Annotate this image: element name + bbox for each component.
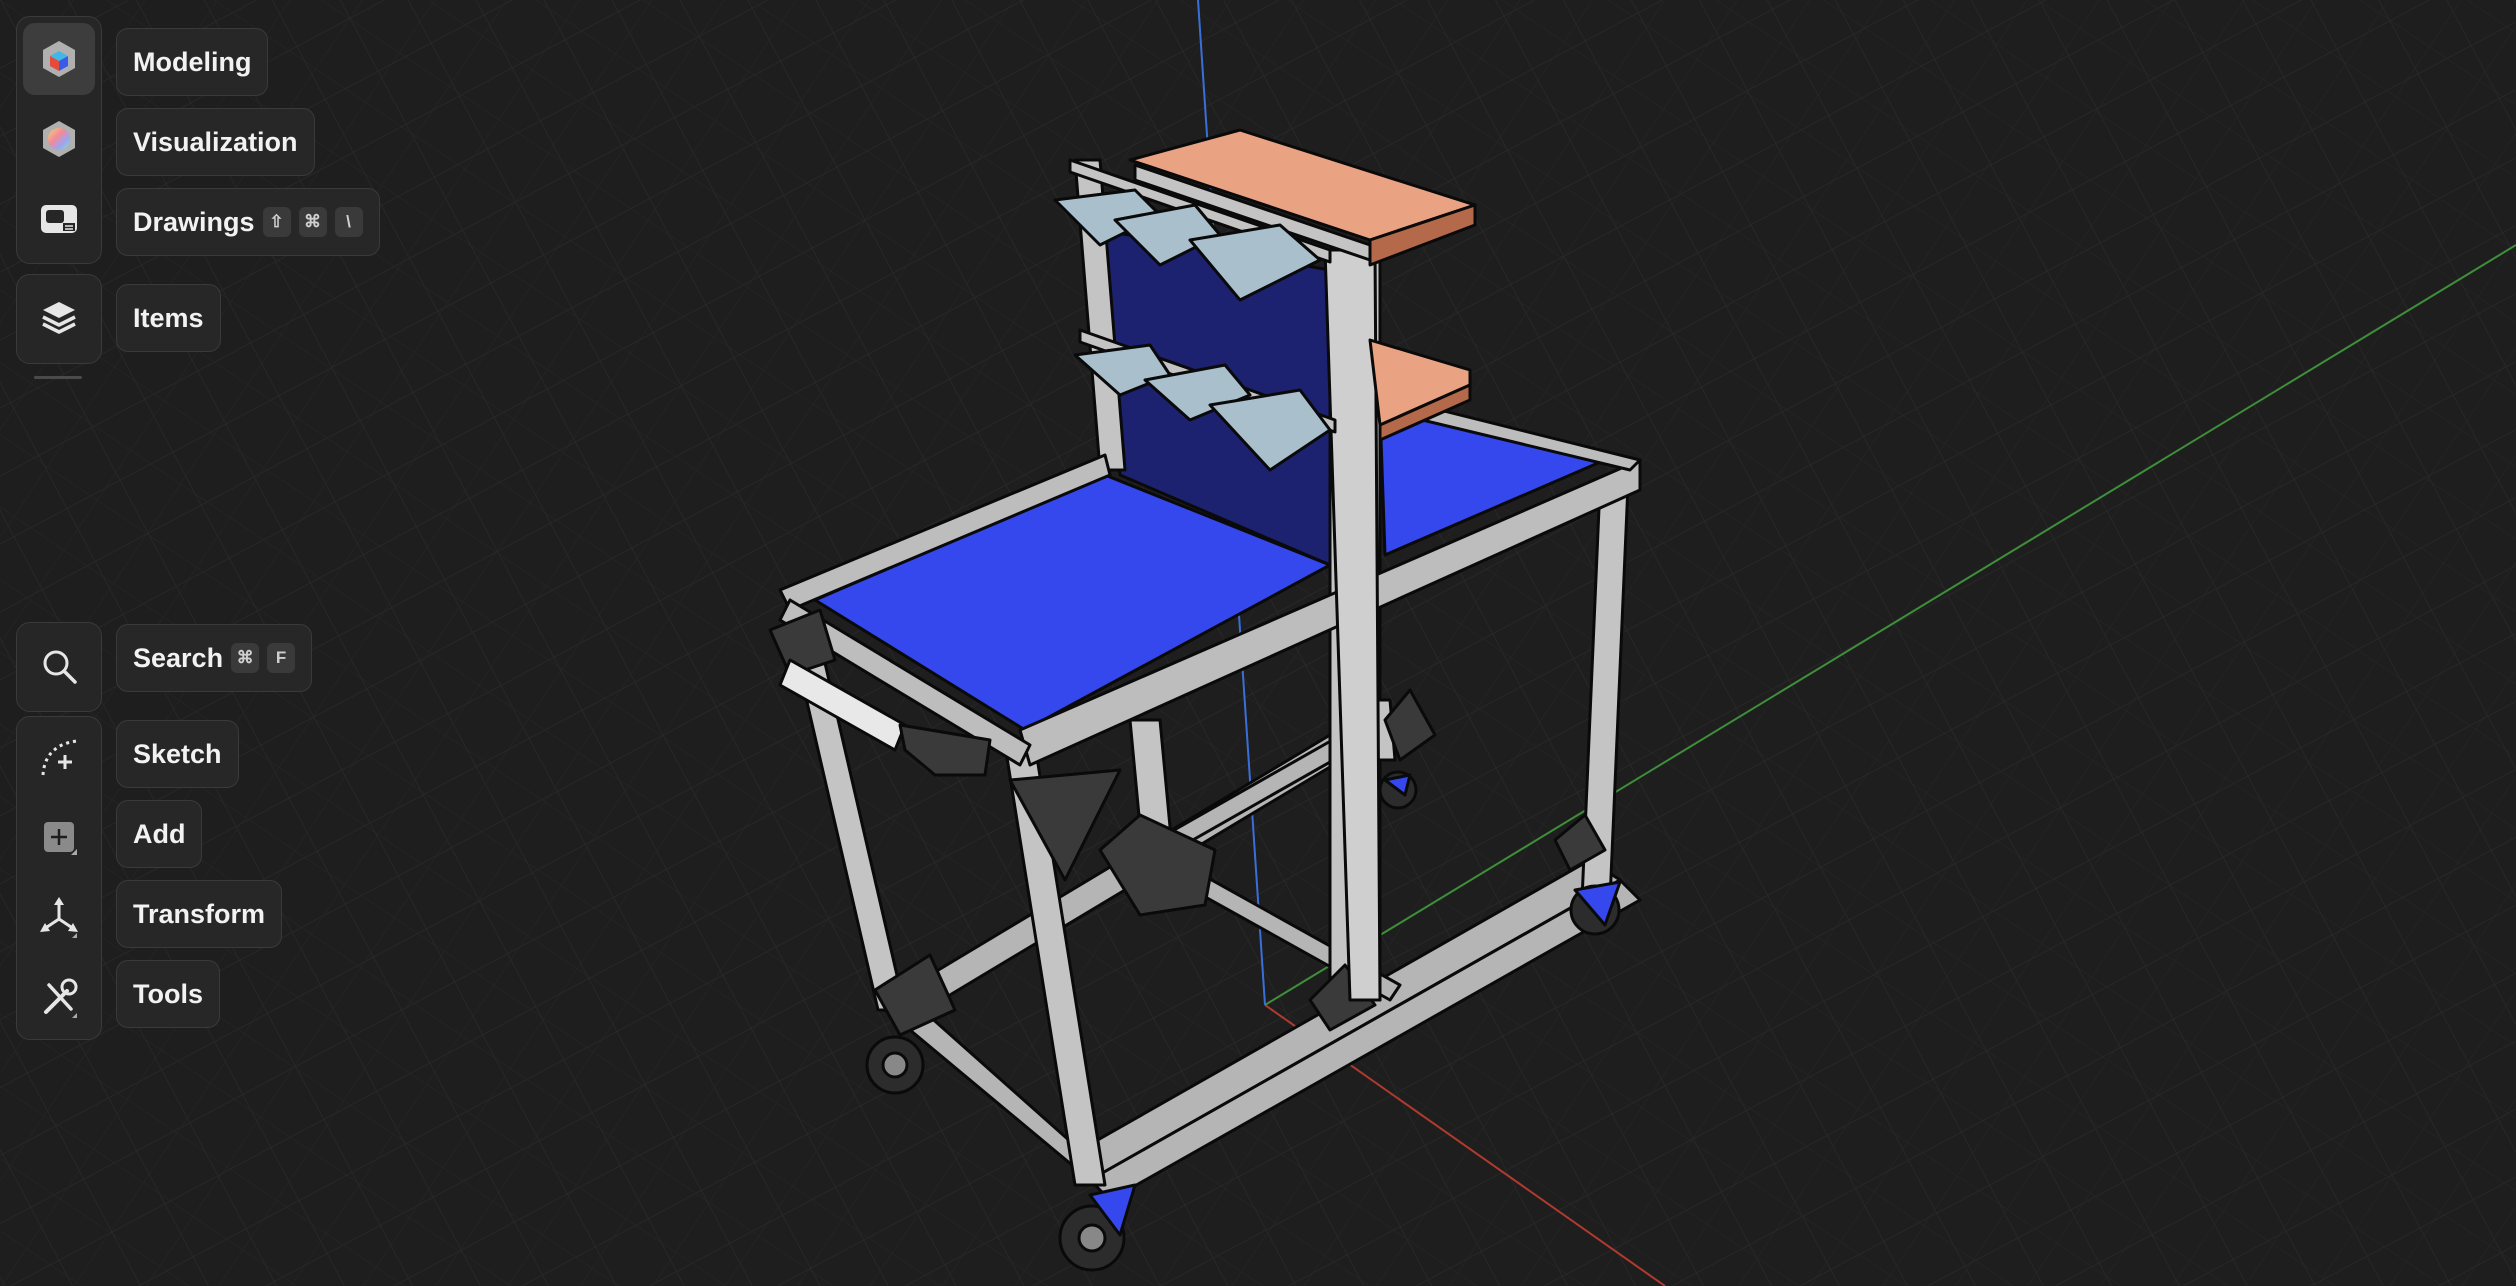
shortcut-key: ⇧	[262, 207, 291, 237]
search-icon	[43, 650, 77, 684]
search-label-text: Search	[133, 642, 224, 673]
shortcut-key: ⌘	[231, 643, 260, 673]
shortcut-key: F	[267, 643, 296, 673]
sketch-label[interactable]: Sketch	[116, 720, 239, 788]
drawings-label[interactable]: Drawings ⇧ ⌘ \	[116, 188, 380, 256]
drawings-icon	[41, 205, 77, 233]
visualization-icon	[43, 121, 75, 157]
workspace-panel	[16, 16, 102, 264]
add-label-text: Add	[133, 818, 186, 849]
layers-icon	[42, 302, 76, 334]
modeling-button[interactable]	[23, 23, 95, 95]
items-label[interactable]: Items	[116, 284, 221, 352]
tools-label[interactable]: Tools	[116, 960, 220, 1028]
drawings-label-text: Drawings	[133, 206, 255, 237]
add-button[interactable]	[23, 801, 95, 873]
transform-icon	[40, 897, 78, 938]
visualization-button[interactable]	[23, 103, 95, 175]
add-label[interactable]: Add	[116, 800, 203, 868]
add-icon	[44, 822, 77, 855]
items-panel	[16, 274, 102, 364]
sketch-button[interactable]	[23, 721, 95, 793]
search-button[interactable]	[23, 630, 95, 702]
transform-button[interactable]	[23, 881, 95, 953]
tools-panel	[16, 716, 102, 1040]
transform-label[interactable]: Transform	[116, 880, 283, 948]
sketch-label-text: Sketch	[133, 738, 222, 769]
drawings-button[interactable]	[23, 183, 95, 255]
search-panel	[16, 622, 102, 712]
modeling-label[interactable]: Modeling	[116, 28, 269, 96]
visualization-label[interactable]: Visualization	[116, 108, 315, 176]
items-button[interactable]	[23, 282, 95, 354]
shortcut-key: ⌘	[298, 207, 327, 237]
tools-label-text: Tools	[133, 978, 203, 1009]
shortcut-key: \	[334, 207, 363, 237]
sketch-icon	[41, 739, 78, 776]
panel-divider	[34, 376, 82, 379]
tools-icon	[44, 978, 78, 1018]
search-label[interactable]: Search ⌘ F	[116, 624, 313, 692]
visualization-label-text: Visualization	[133, 126, 298, 157]
items-label-text: Items	[133, 302, 204, 333]
tools-button[interactable]	[23, 961, 95, 1033]
modeling-label-text: Modeling	[133, 46, 252, 77]
modeling-cube-icon	[43, 41, 75, 77]
transform-label-text: Transform	[133, 898, 266, 929]
